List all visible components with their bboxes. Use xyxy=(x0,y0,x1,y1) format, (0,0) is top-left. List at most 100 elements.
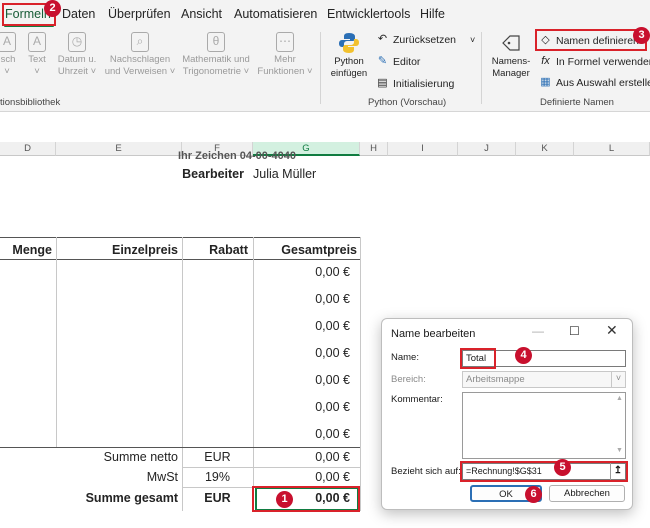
column-header-e[interactable]: E xyxy=(56,142,182,156)
cancel-button[interactable]: Abbrechen xyxy=(549,485,625,502)
scope-value: Arbeitsmappe xyxy=(466,374,525,385)
ribbon-button-label-2: und Verweisen ˅ xyxy=(104,66,176,77)
ribbon-button-partial[interactable]: A isch ˅ xyxy=(0,32,20,78)
summary-row-line xyxy=(182,467,360,468)
edit-name-dialog: Name bearbeiten — ☐ ✕ Name: Total 4 Bere… xyxy=(381,318,633,510)
summary-unit-mwst: 19% xyxy=(204,470,231,484)
column-divider xyxy=(56,237,57,447)
group-label-defined-names: Definierte Namen xyxy=(540,97,614,108)
maximize-icon[interactable]: ☐ xyxy=(569,324,580,338)
create-from-selection-button[interactable]: ▦ Aus Auswahl erstellen xyxy=(539,76,650,89)
step-badge-4: 4 xyxy=(515,347,532,364)
python-editor-label: Editor xyxy=(393,55,421,68)
clock-icon: ◷ xyxy=(68,32,86,52)
ribbon-panel: A isch ˅ A Text ˅ ◷ Datum u. Uhrzeit ˅ ⌕… xyxy=(0,27,650,111)
editor-name: Julia Müller xyxy=(253,167,317,181)
column-header-k[interactable]: K xyxy=(516,142,574,156)
highlight-box-total-cell xyxy=(252,486,360,512)
scroll-up-icon[interactable]: ▲ xyxy=(616,395,623,402)
undo-icon: ↶ xyxy=(377,33,388,45)
ribbon-divider xyxy=(320,32,321,104)
ribbon-tabs: Formeln Daten Überprüfen Ansicht Automat… xyxy=(0,0,650,27)
python-button-label-1: Python xyxy=(334,56,364,67)
column-header-j[interactable]: J xyxy=(458,142,516,156)
text-icon: A xyxy=(28,32,46,52)
more-icon: ⋯ xyxy=(276,32,294,52)
amount-cell[interactable]: 0,00 € xyxy=(253,427,350,441)
step-badge-2: 2 xyxy=(44,0,61,17)
tab-hilfe[interactable]: Hilfe xyxy=(420,7,445,21)
tab-ueberpruefen[interactable]: Überprüfen xyxy=(108,7,171,21)
column-header-d[interactable]: D xyxy=(0,142,56,156)
summary-unit-gesamt: EUR xyxy=(204,491,231,505)
header-rabatt: Rabatt xyxy=(209,243,248,257)
ribbon-button-label: Datum u. xyxy=(57,54,97,65)
editor-icon: ✎ xyxy=(377,55,388,67)
math-trig-button[interactable]: θ Mathematik und Trigonometrie ˅ xyxy=(178,32,254,78)
column-header-i[interactable]: I xyxy=(388,142,458,156)
header-bottom-border xyxy=(0,259,360,260)
python-button-label-2: einfügen xyxy=(330,68,368,79)
use-in-formula-button[interactable]: fx In Formel verwenden xyxy=(539,55,650,68)
step-badge-3: 3 xyxy=(633,27,650,44)
close-icon[interactable]: ✕ xyxy=(606,322,618,339)
ribbon-button-label-2: Funktionen ˅ xyxy=(257,66,313,77)
python-init-button[interactable]: ▤ Initialisierung xyxy=(376,77,454,90)
dropdown-caret: ˅ xyxy=(4,66,10,77)
summary-value-netto[interactable]: 0,00 € xyxy=(253,450,350,464)
date-time-button[interactable]: ◷ Datum u. Uhrzeit ˅ xyxy=(54,32,100,78)
name-manager-label-1: Namens- xyxy=(491,56,531,67)
header-menge: Menge xyxy=(12,243,52,257)
python-reset-button[interactable]: ↶ Zurücksetzen ˅ xyxy=(376,33,475,46)
ribbon-button-label: Nachschlagen xyxy=(109,54,171,65)
step-badge-6: 6 xyxy=(525,486,542,503)
scroll-down-icon[interactable]: ▼ xyxy=(616,447,623,454)
tab-automatisieren[interactable]: Automatisieren xyxy=(234,7,317,21)
summary-label-netto: Summe netto xyxy=(103,450,178,464)
amount-cell[interactable]: 0,00 € xyxy=(253,373,350,387)
table-icon: ▦ xyxy=(540,76,551,88)
summary-label-mwst: MwSt xyxy=(146,470,178,484)
column-header-h[interactable]: H xyxy=(360,142,388,156)
name-manager-button[interactable]: Namens- Manager xyxy=(488,32,534,80)
amount-cell[interactable]: 0,00 € xyxy=(253,292,350,306)
highlight-box-refers-to xyxy=(460,461,628,482)
python-insert-button[interactable]: Python einfügen xyxy=(326,32,372,80)
function-icon: fx xyxy=(541,55,550,67)
column-header-l[interactable]: L xyxy=(574,142,650,156)
python-editor-button[interactable]: ✎ Editor xyxy=(376,55,421,68)
amount-cell[interactable]: 0,00 € xyxy=(253,400,350,414)
more-functions-button[interactable]: ⋯ Mehr Funktionen ˅ xyxy=(256,32,314,78)
amount-cell[interactable]: 0,00 € xyxy=(253,265,350,279)
header-gesamtpreis: Gesamtpreis xyxy=(281,243,357,257)
text-functions-button[interactable]: A Text ˅ xyxy=(24,32,50,78)
table-top-border xyxy=(0,237,360,238)
dialog-title: Name bearbeiten xyxy=(391,328,476,340)
document-icon: ▤ xyxy=(377,77,388,89)
lookup-reference-button[interactable]: ⌕ Nachschlagen und Verweisen ˅ xyxy=(104,32,176,78)
ribbon-button-label: Mehr xyxy=(274,54,296,65)
dropdown-caret: ˅ xyxy=(34,66,40,77)
step-badge-5: 5 xyxy=(554,459,571,476)
tab-entwicklertools[interactable]: Entwicklertools xyxy=(327,7,410,21)
comment-label: Kommentar: xyxy=(391,394,443,405)
formula-bar-area xyxy=(0,111,650,142)
amount-cell[interactable]: 0,00 € xyxy=(253,319,350,333)
minimize-icon[interactable]: — xyxy=(532,324,544,338)
tab-ansicht[interactable]: Ansicht xyxy=(181,7,222,21)
comment-textarea[interactable] xyxy=(462,392,626,459)
lookup-icon: ⌕ xyxy=(131,32,149,52)
excel-window: Formeln Daten Überprüfen Ansicht Automat… xyxy=(0,0,650,528)
highlight-box-name-input xyxy=(460,348,496,369)
chevron-down-icon: ˅ xyxy=(470,34,476,45)
python-icon xyxy=(339,33,359,53)
python-reset-label: Zurücksetzen xyxy=(393,33,457,46)
ribbon-button-label: Mathematik und xyxy=(182,54,250,65)
chevron-down-icon: ˅ xyxy=(611,371,625,388)
summary-value-mwst[interactable]: 0,00 € xyxy=(253,470,350,484)
ribbon-divider xyxy=(481,32,482,104)
amount-cell[interactable]: 0,00 € xyxy=(253,346,350,360)
ribbon-button-label: isch xyxy=(0,54,16,65)
tag-icon xyxy=(502,35,520,51)
tab-daten[interactable]: Daten xyxy=(62,7,95,21)
